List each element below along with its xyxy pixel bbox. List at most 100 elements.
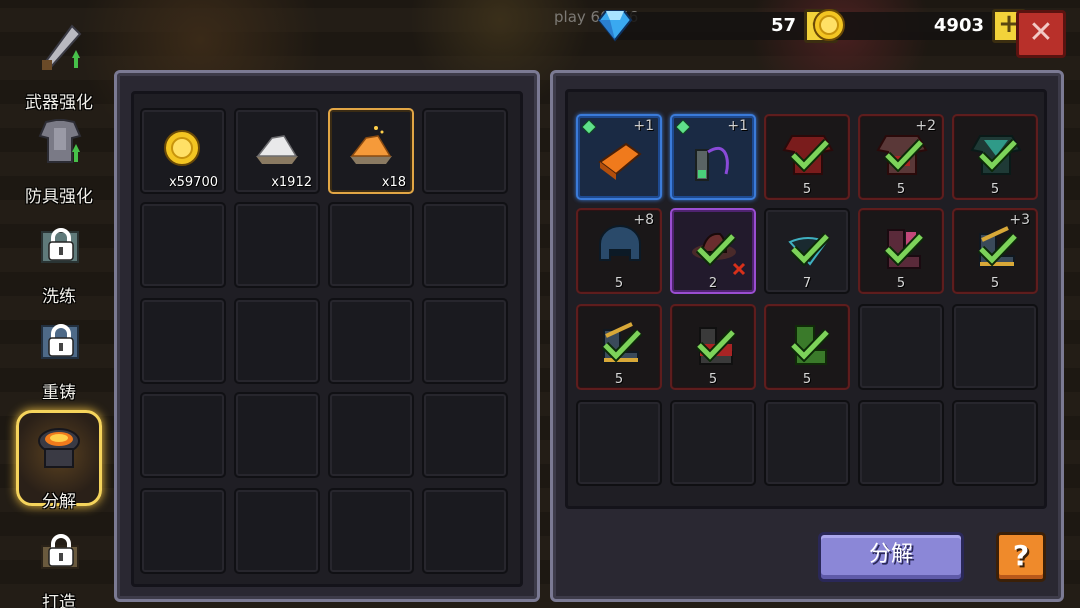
material-slot[interactable] — [328, 298, 414, 384]
material-slot[interactable] — [140, 392, 226, 478]
material-count: x1912 — [271, 175, 312, 190]
equipment-slot[interactable] — [858, 400, 944, 486]
material-slot[interactable] — [422, 108, 508, 194]
check-icon — [978, 232, 1018, 266]
coin-currency: 4903 + — [813, 9, 1026, 43]
material-slot[interactable] — [140, 298, 226, 384]
tab-label: 重铸 — [42, 383, 76, 403]
equipment-slot[interactable] — [764, 400, 850, 486]
gem-count: 57 — [770, 15, 796, 36]
tab-decompose[interactable]: 分解 — [16, 410, 102, 512]
item-level: 5 — [802, 182, 812, 197]
equipment-slot[interactable]: 5 — [764, 304, 850, 390]
material-slot[interactable] — [234, 392, 320, 478]
tab-label: 防具强化 — [25, 187, 93, 207]
equipment-slot[interactable] — [858, 304, 944, 390]
lock-icon — [48, 534, 74, 567]
equipment-slot[interactable]: +1 — [670, 114, 756, 200]
material-slot[interactable] — [422, 298, 508, 384]
whip-icon — [695, 146, 729, 181]
equipment-slot[interactable]: 2 — [670, 208, 756, 294]
item-level: 7 — [802, 276, 812, 291]
white-ore-icon — [256, 135, 298, 164]
gold-coin-icon — [164, 130, 200, 166]
materials-grid: x59700 x1912 x18 — [131, 91, 523, 587]
item-level: 2 — [708, 276, 718, 291]
material-slot[interactable]: x18 — [328, 108, 414, 194]
check-icon — [884, 232, 924, 266]
material-count: x59700 — [168, 175, 218, 190]
decompose-button[interactable]: 分解 — [818, 532, 964, 582]
check-icon — [696, 232, 736, 266]
material-slot[interactable] — [234, 298, 320, 384]
equipment-slot[interactable]: 5 — [858, 208, 944, 294]
item-level: 5 — [614, 372, 624, 387]
material-slot[interactable] — [328, 202, 414, 288]
equipment-slot[interactable]: 5 — [952, 114, 1038, 200]
orange-ore-icon — [350, 126, 392, 164]
equipment-slot[interactable] — [952, 400, 1038, 486]
material-slot[interactable] — [328, 392, 414, 478]
material-slot[interactable] — [140, 202, 226, 288]
check-icon — [884, 138, 924, 172]
diamond-icon — [597, 10, 633, 42]
item-level: 5 — [990, 276, 1000, 291]
lock-icon — [48, 324, 74, 357]
equipment-slot[interactable] — [576, 400, 662, 486]
check-icon — [978, 138, 1018, 172]
equipment-slot[interactable]: +8 5 — [576, 208, 662, 294]
help-button[interactable]: ? — [996, 532, 1046, 582]
material-slot[interactable] — [140, 488, 226, 574]
equipment-slot[interactable]: +2 5 — [858, 114, 944, 200]
top-bar: play 60266 57 + 4903 + ✕ — [540, 0, 1080, 58]
tab-label: 武器强化 — [25, 93, 93, 113]
furnace-icon — [38, 428, 80, 468]
tab-armor-upgrade[interactable]: 防具强化 — [14, 112, 104, 207]
sword-upgrade-icon — [42, 24, 82, 70]
lock-icon — [48, 228, 74, 261]
equipment-slot[interactable]: 5 — [576, 304, 662, 390]
material-slot[interactable] — [234, 202, 320, 288]
item-level: 5 — [708, 372, 718, 387]
equipment-slot[interactable]: +3 5 — [952, 208, 1038, 294]
equipment-slot[interactable]: 7 — [764, 208, 850, 294]
check-icon — [790, 328, 830, 362]
coin-count: 4903 — [933, 15, 984, 36]
blue-helmet-icon — [599, 225, 641, 261]
armor-upgrade-icon — [38, 119, 82, 163]
close-button[interactable]: ✕ — [1016, 10, 1066, 58]
material-slot[interactable]: x59700 — [140, 108, 226, 194]
check-icon — [790, 138, 830, 172]
material-slot[interactable] — [422, 488, 508, 574]
equipment-slot[interactable]: 5 — [670, 304, 756, 390]
tab-craft[interactable]: 打造 — [14, 518, 104, 608]
tab-weapon-upgrade[interactable]: 武器强化 — [14, 18, 104, 113]
material-slot[interactable]: x1912 — [234, 108, 320, 194]
materials-panel: x59700 x1912 x18 — [114, 70, 540, 602]
material-slot[interactable] — [234, 488, 320, 574]
gold-coin-icon — [813, 9, 845, 41]
equipment-slot[interactable]: 5 — [764, 114, 850, 200]
equipment-slot[interactable] — [670, 400, 756, 486]
tab-recast[interactable]: 重铸 — [14, 308, 104, 403]
equipment-slot[interactable]: +1 — [576, 114, 662, 200]
material-count: x18 — [381, 175, 406, 190]
tab-label: 分解 — [42, 492, 76, 512]
tab-label: 打造 — [42, 593, 76, 608]
tab-refine[interactable]: 洗练 — [14, 212, 104, 307]
material-slot[interactable] — [422, 202, 508, 288]
item-level: 5 — [614, 276, 624, 291]
equipment-slot[interactable] — [952, 304, 1038, 390]
equipment-panel: +1 +1 5 +2 5 5 +8 5 2 7 5 +3 5 5 5 5 — [550, 70, 1064, 602]
item-level: 5 — [896, 276, 906, 291]
equipment-grid: +1 +1 5 +2 5 5 +8 5 2 7 5 +3 5 5 5 5 — [565, 89, 1047, 509]
item-level: 5 — [802, 372, 812, 387]
check-icon — [602, 328, 642, 362]
check-icon — [696, 328, 736, 362]
orange-brick-icon — [598, 142, 642, 180]
material-slot[interactable] — [328, 488, 414, 574]
gem-currency: 57 + — [597, 9, 838, 43]
item-level: 5 — [990, 182, 1000, 197]
remove-icon — [732, 262, 746, 276]
material-slot[interactable] — [422, 392, 508, 478]
